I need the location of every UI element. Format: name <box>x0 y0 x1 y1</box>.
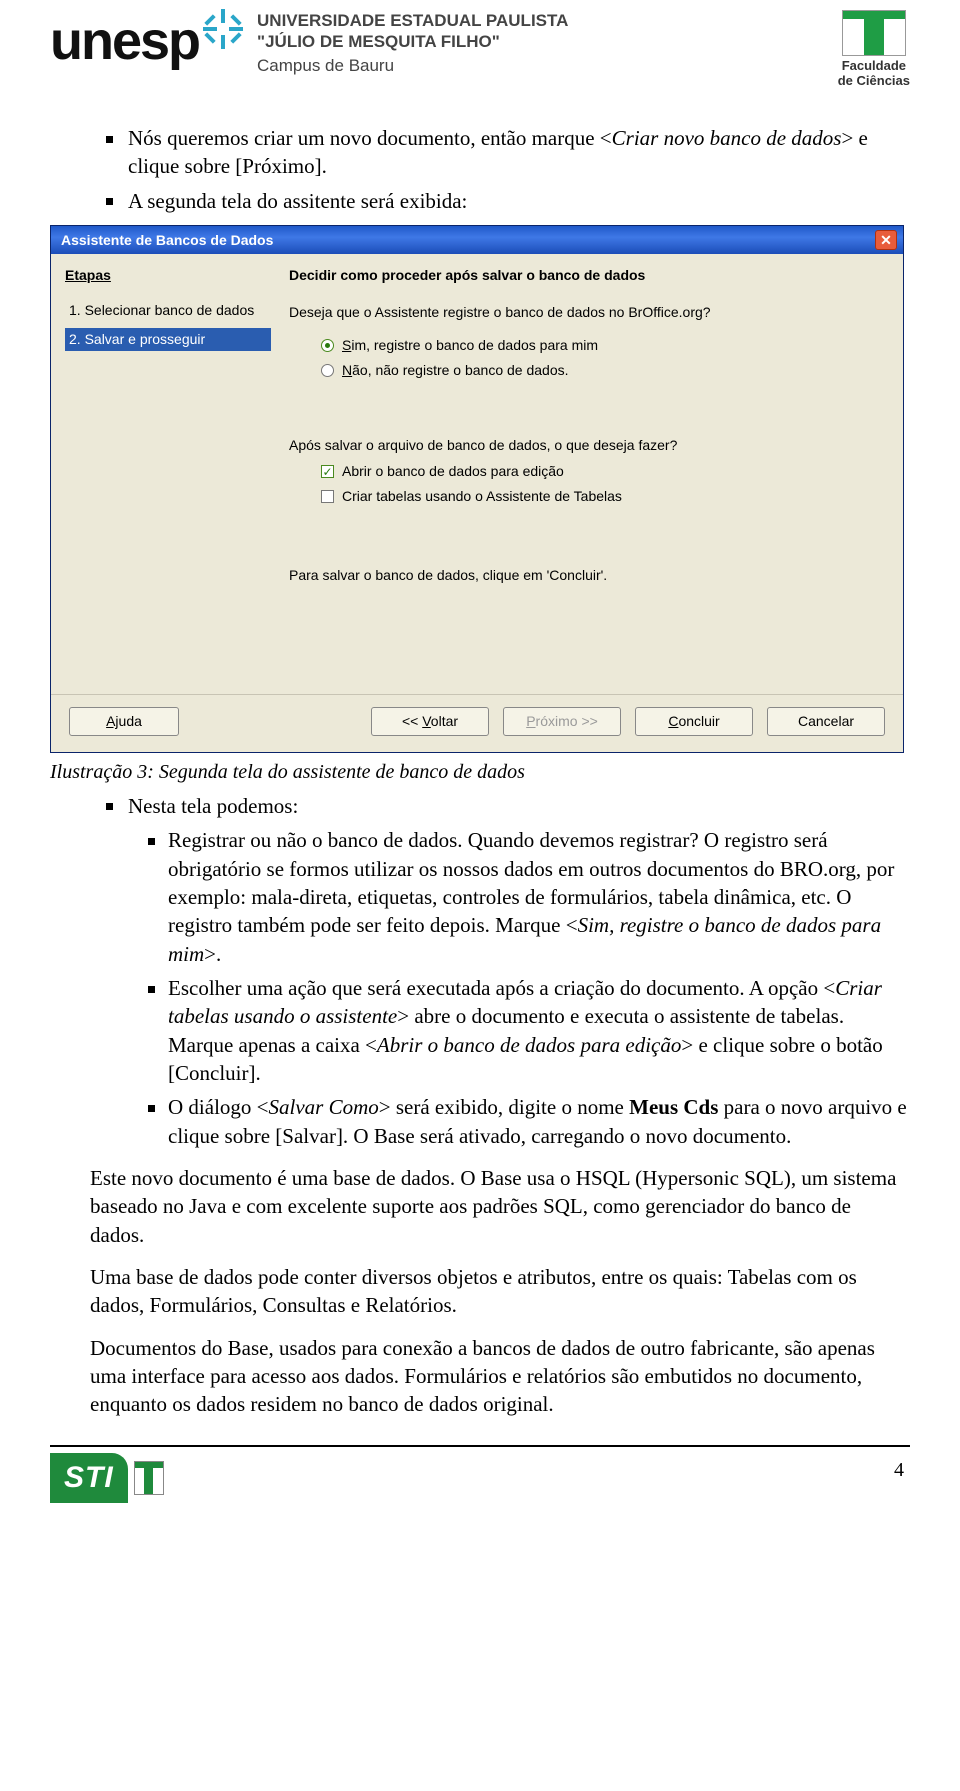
checkbox-checked-icon: ✓ <box>321 465 334 478</box>
close-icon[interactable]: ✕ <box>875 230 897 250</box>
paragraph: Documentos do Base, usados para conexão … <box>50 1334 910 1419</box>
steps-heading: Etapas <box>65 266 271 285</box>
sti-logo: STI <box>50 1453 164 1503</box>
paragraph: Este novo documento é uma base de dados.… <box>50 1164 910 1249</box>
wizard-question-2: Após salvar o arquivo de banco de dados,… <box>289 436 885 455</box>
page-number: 4 <box>894 1453 910 1482</box>
finish-button[interactable]: Concluir <box>635 707 753 736</box>
wizard-dialog: Assistente de Bancos de Dados ✕ Etapas 1… <box>50 225 904 753</box>
bullet-item: Nesta tela podemos: <box>128 792 910 820</box>
radio-register-no[interactable]: Não, não registre o banco de dados. <box>321 361 885 380</box>
university-campus: Campus de Bauru <box>257 55 838 76</box>
checkbox-open-edit[interactable]: ✓ Abrir o banco de dados para edição <box>321 462 885 481</box>
university-line1: UNIVERSIDADE ESTADUAL PAULISTA <box>257 10 838 31</box>
university-name-block: UNIVERSIDADE ESTADUAL PAULISTA "JÚLIO DE… <box>243 10 838 76</box>
sub-bullet-item: Registrar ou não o banco de dados. Quand… <box>168 826 910 968</box>
wizard-step-2[interactable]: 2. Salvar e prosseguir <box>65 328 271 351</box>
wizard-save-hint: Para salvar o banco de dados, clique em … <box>289 566 885 585</box>
wizard-question-1: Deseja que o Assistente registre o banco… <box>289 303 885 322</box>
paragraph: Uma base de dados pode conter diversos o… <box>50 1263 910 1320</box>
radio-unselected-icon <box>321 364 334 377</box>
checkbox-unchecked-icon: ✓ <box>321 490 334 503</box>
radio-register-yes[interactable]: Sim, registre o banco de dados para mim <box>321 336 885 355</box>
faculdade-logo: Faculdade de Ciências <box>838 10 910 88</box>
back-button[interactable]: << Voltar <box>371 707 489 736</box>
faculdade-icon <box>842 10 906 56</box>
faculdade-label-2: de Ciências <box>838 73 910 88</box>
illustration-caption: Ilustração 3: Segunda tela do assistente… <box>50 759 910 786</box>
unesp-logo: unesp <box>50 10 243 72</box>
bullet-item: Nós queremos criar um novo documento, en… <box>128 124 910 181</box>
sub-bullet-item: Escolher uma ação que será executada apó… <box>168 974 910 1087</box>
sti-wordmark: STI <box>50 1453 128 1503</box>
sub-bullet-item: O diálogo <Salvar Como> será exibido, di… <box>168 1093 910 1150</box>
unesp-star-icon <box>203 9 243 49</box>
unesp-wordmark: unesp <box>50 10 199 72</box>
wizard-main-panel: Decidir como proceder após salvar o banc… <box>281 254 903 694</box>
next-button: Próximo >> <box>503 707 621 736</box>
wizard-button-row: Ajuda << Voltar Próximo >> Concluir Canc… <box>51 694 903 752</box>
sti-mini-icon <box>134 1461 164 1495</box>
wizard-step-1[interactable]: 1. Selecionar banco de dados <box>65 299 271 322</box>
help-button[interactable]: Ajuda <box>69 707 179 736</box>
document-body: Nós queremos criar um novo documento, en… <box>50 124 910 1419</box>
faculdade-label-1: Faculdade <box>842 58 906 73</box>
page-header: unesp UNIVERSIDADE ESTADUAL PAULISTA "JÚ… <box>50 0 910 118</box>
radio-selected-icon <box>321 339 334 352</box>
wizard-main-heading: Decidir como proceder após salvar o banc… <box>289 266 885 285</box>
cancel-button[interactable]: Cancelar <box>767 707 885 736</box>
checkbox-create-tables[interactable]: ✓ Criar tabelas usando o Assistente de T… <box>321 487 885 506</box>
wizard-title-text: Assistente de Bancos de Dados <box>61 231 273 250</box>
wizard-steps-panel: Etapas 1. Selecionar banco de dados 2. S… <box>51 254 281 694</box>
wizard-titlebar: Assistente de Bancos de Dados ✕ <box>51 226 903 254</box>
page-footer: STI 4 <box>50 1445 910 1503</box>
university-line2: "JÚLIO DE MESQUITA FILHO" <box>257 31 838 52</box>
bullet-item: A segunda tela do assitente será exibida… <box>128 187 910 215</box>
